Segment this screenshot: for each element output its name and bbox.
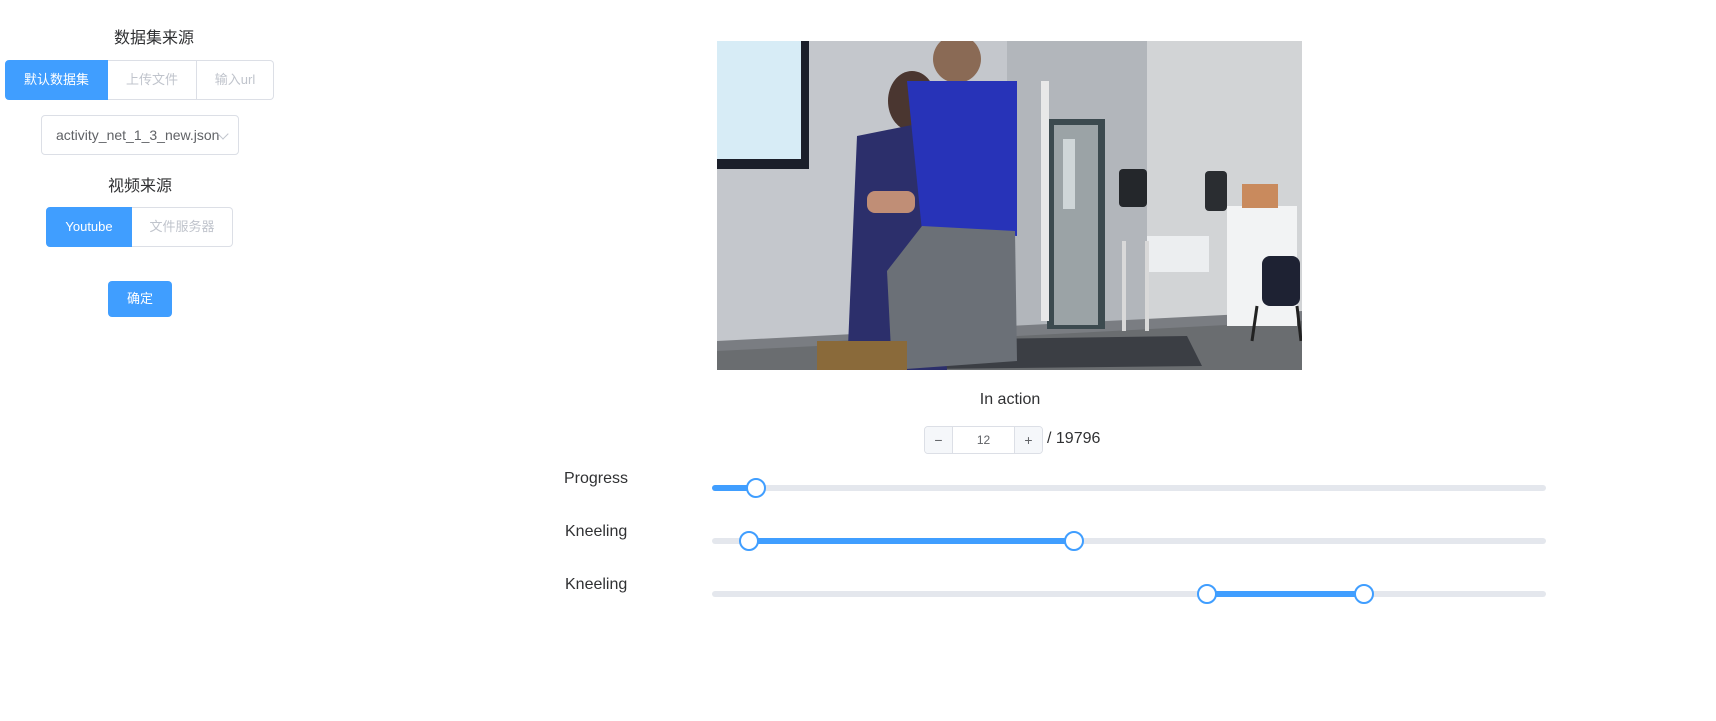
decrement-button[interactable]: − bbox=[925, 427, 953, 453]
kneeling-start-handle-1[interactable] bbox=[738, 531, 759, 551]
kneeling-range-slider-2[interactable] bbox=[712, 584, 1546, 604]
video-source-title: 视频来源 bbox=[107, 178, 172, 195]
dataset-select[interactable]: activity_net_1_3_new.json bbox=[41, 115, 239, 155]
frame-input[interactable] bbox=[953, 427, 1014, 453]
kneeling-end-handle-1[interactable] bbox=[1063, 531, 1084, 551]
kneeling-label-2: Kneeling bbox=[565, 576, 628, 593]
frame-total: / 19796 bbox=[1047, 430, 1101, 447]
increment-button[interactable]: + bbox=[1014, 427, 1042, 453]
tab-input-url[interactable]: 输入url bbox=[197, 60, 274, 100]
kneeling-label-1: Kneeling bbox=[565, 523, 628, 540]
kneeling-end-handle-2[interactable] bbox=[1354, 584, 1375, 604]
dataset-source-title: 数据集来源 bbox=[113, 30, 194, 47]
progress-label: Progress bbox=[564, 470, 629, 487]
confirm-button[interactable]: 确定 bbox=[108, 281, 172, 317]
kneeling-range-fill-2 bbox=[1207, 591, 1365, 597]
tab-youtube[interactable]: Youtube bbox=[46, 207, 132, 247]
video-player[interactable] bbox=[717, 41, 1302, 370]
dataset-select-value: activity_net_1_3_new.json bbox=[56, 127, 220, 143]
kneeling-start-handle-2[interactable] bbox=[1197, 584, 1218, 604]
kneeling-range-slider-1[interactable] bbox=[712, 531, 1546, 551]
tab-upload-file[interactable]: 上传文件 bbox=[108, 60, 197, 100]
kneeling-range-fill-1 bbox=[748, 538, 1074, 544]
action-status-text: In action bbox=[979, 391, 1041, 408]
tab-default-dataset[interactable]: 默认数据集 bbox=[5, 60, 108, 100]
frame-stepper[interactable]: − + bbox=[924, 426, 1043, 454]
video-source-tabs: Youtube 文件服务器 bbox=[46, 207, 233, 247]
video-frame-image bbox=[717, 41, 1302, 370]
progress-slider[interactable] bbox=[712, 478, 1546, 498]
dataset-source-tabs: 默认数据集 上传文件 输入url bbox=[5, 60, 274, 100]
tab-file-server[interactable]: 文件服务器 bbox=[132, 207, 233, 247]
progress-handle[interactable] bbox=[746, 478, 767, 498]
